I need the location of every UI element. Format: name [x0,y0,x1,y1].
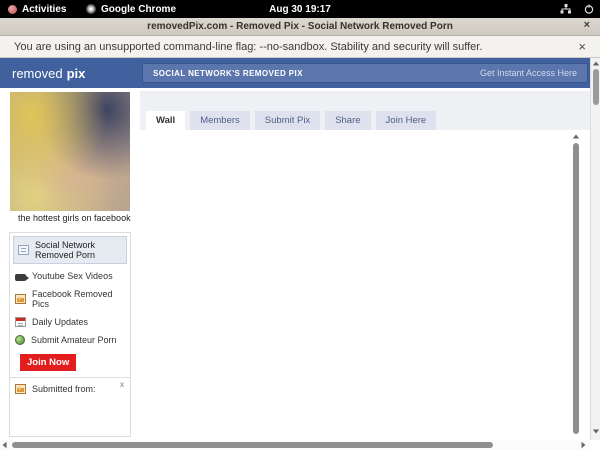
submitted-from-row: Submitted from: x [10,378,130,400]
profile-photo-placeholder[interactable] [10,92,130,211]
clock[interactable]: Aug 30 19:17 [0,0,600,18]
system-top-bar: Activities Google Chrome Aug 30 19:17 [0,0,600,18]
globe-icon [15,335,25,345]
network-icon[interactable] [560,4,572,14]
sidebar-menu: Social Network Removed Porn Youtube Sex … [9,232,131,437]
scrollbar-thumb[interactable] [593,69,599,105]
scrollbar-thumb[interactable] [573,143,579,434]
scroll-right-icon[interactable] [581,441,586,449]
sidebar-item-social-network-removed[interactable]: Social Network Removed Porn [13,236,127,264]
wall-content [132,130,572,440]
sidebar-item-submit[interactable]: Submit Amateur Porn [10,331,130,349]
tab-strip: Wall Members Submit Pix Share Join Here [140,91,590,130]
scroll-down-icon[interactable] [592,429,600,434]
tabs: Wall Members Submit Pix Share Join Here [146,111,437,130]
tab-share[interactable]: Share [325,111,371,130]
get-access-link[interactable]: Get Instant Access Here [480,68,577,78]
browser-horizontal-scrollbar[interactable] [0,440,590,450]
content-scrollbar[interactable] [572,132,581,438]
submitted-photo-icon [15,384,26,394]
tab-join-here[interactable]: Join Here [375,111,437,130]
system-tray [560,0,594,18]
window-title: removedPix.com - Removed Pix - Social Ne… [147,21,453,32]
infobar-message: You are using an unsupported command-lin… [14,40,483,53]
site-logo[interactable]: removed pix [12,58,85,88]
scroll-up-icon[interactable] [572,134,580,139]
scrollbar-thumb[interactable] [12,442,493,448]
scroll-left-icon[interactable] [2,441,7,449]
chrome-infobar: You are using an unsupported command-lin… [0,36,600,58]
window-close-icon[interactable]: × [584,19,590,31]
calendar-icon [15,317,26,327]
tab-members[interactable]: Members [190,111,250,130]
join-now-button[interactable]: Join Now [20,354,77,371]
sidebar-item-youtube-videos[interactable]: Youtube Sex Videos [10,267,130,285]
submitted-close-icon[interactable]: x [120,380,124,389]
submitted-from-label: Submitted from: [32,384,96,394]
sidebar-item-daily-updates[interactable]: Daily Updates [10,313,130,331]
screen: Activities Google Chrome Aug 30 19:17 re… [0,0,600,450]
banner-title: SOCIAL NETWORK'S REMOVED PIX [153,68,303,78]
infobar-close-icon[interactable]: × [578,39,586,54]
sidebar-item-removed-pics[interactable]: Facebook Removed Pics [10,285,130,313]
tab-submit-pix[interactable]: Submit Pix [254,111,321,130]
wall-icon [18,245,29,255]
header-banner: SOCIAL NETWORK'S REMOVED PIX Get Instant… [142,63,588,83]
site-header: removed pix SOCIAL NETWORK'S REMOVED PIX … [0,58,600,88]
tab-wall[interactable]: Wall [146,111,186,130]
window-title-bar[interactable]: removedPix.com - Removed Pix - Social Ne… [0,18,600,36]
browser-vertical-scrollbar[interactable] [590,58,600,440]
scroll-up-icon[interactable] [592,61,600,66]
photo-icon [15,294,26,304]
power-icon[interactable] [584,4,594,14]
photo-caption: the hottest girls on facebook [18,213,131,223]
video-camera-icon [15,273,29,281]
